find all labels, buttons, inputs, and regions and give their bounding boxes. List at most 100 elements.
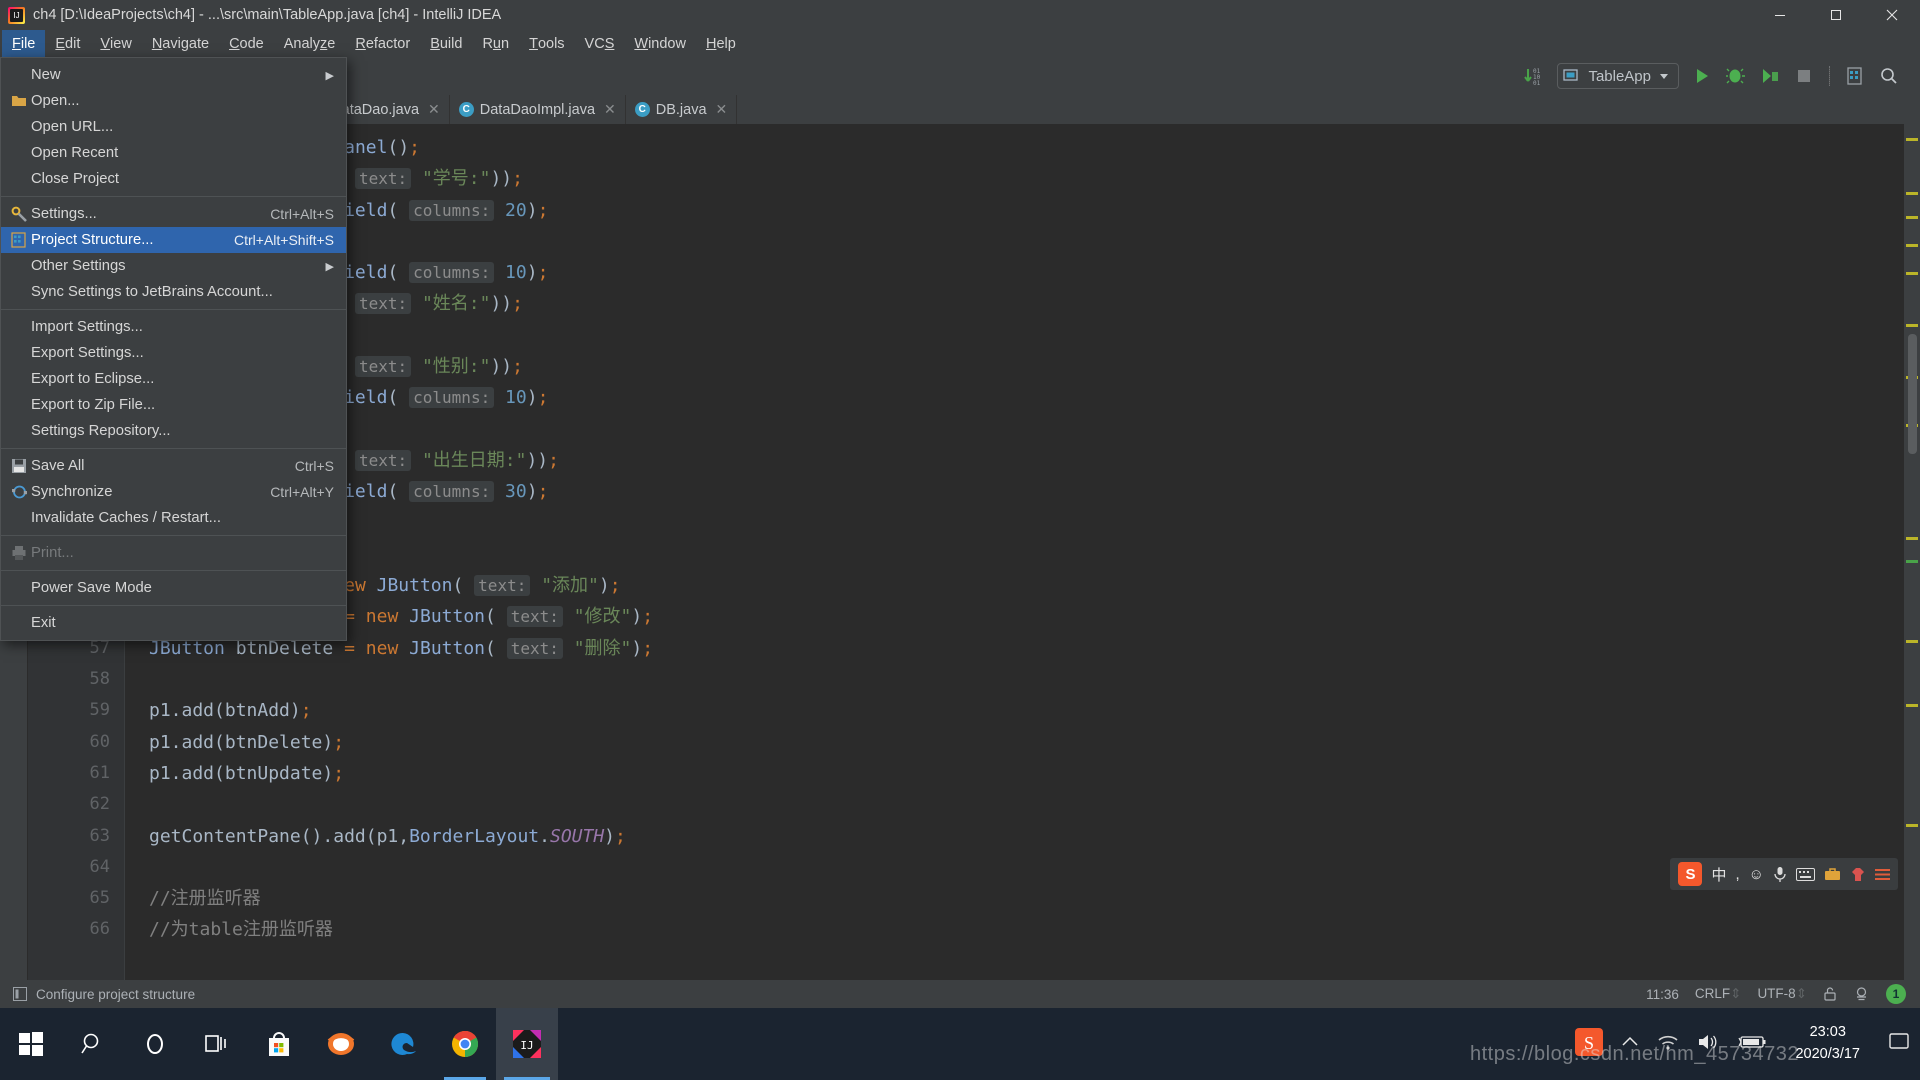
clock-time: 23:03 bbox=[1795, 1022, 1860, 1044]
menu-analyze[interactable]: Analyze bbox=[274, 30, 346, 57]
file-menu-popup[interactable]: New▶Open...Open URL...Open Recent Close P… bbox=[0, 57, 347, 641]
sogou-icon[interactable]: S bbox=[1575, 1028, 1603, 1061]
code-content[interactable]: JPanel p1 = new JPanel(); p1.add(new JLa… bbox=[124, 124, 1904, 980]
warning-marker[interactable] bbox=[1906, 324, 1918, 327]
warning-marker[interactable] bbox=[1906, 537, 1918, 540]
menu-refactor[interactable]: Refactor bbox=[345, 30, 420, 57]
change-marker[interactable] bbox=[1906, 560, 1918, 563]
ime-mode-label[interactable]: 中 bbox=[1711, 864, 1726, 885]
lock-icon[interactable] bbox=[1823, 986, 1837, 1002]
file-menu-item-label: Close Project bbox=[31, 171, 334, 187]
file-menu-item-settings[interactable]: Settings...Ctrl+Alt+S bbox=[1, 201, 346, 227]
inspections-icon[interactable] bbox=[1853, 986, 1870, 1003]
search-icon[interactable] bbox=[62, 1008, 124, 1080]
editor-scrollbar-thumb[interactable] bbox=[1908, 334, 1917, 454]
menu-window[interactable]: Window bbox=[624, 30, 696, 57]
menu-vcs[interactable]: VCS bbox=[575, 30, 625, 57]
line-separator-indicator[interactable]: CRLF⇕ bbox=[1695, 986, 1742, 1002]
ie-icon[interactable] bbox=[310, 1008, 372, 1080]
warning-marker[interactable] bbox=[1906, 192, 1918, 195]
microsoft-store-icon[interactable] bbox=[248, 1008, 310, 1080]
menu-navigate[interactable]: Navigate bbox=[142, 30, 219, 57]
update-project-icon[interactable]: 01 10 01 bbox=[1522, 65, 1544, 87]
chevron-down-icon[interactable] bbox=[1658, 70, 1670, 82]
skin-icon[interactable] bbox=[1850, 867, 1866, 882]
file-menu-item-open-recent[interactable]: Open Recent bbox=[1, 140, 346, 166]
task-view-icon[interactable] bbox=[186, 1008, 248, 1080]
warning-marker[interactable] bbox=[1906, 272, 1918, 275]
warning-marker[interactable] bbox=[1906, 216, 1918, 219]
close-icon[interactable]: ✕ bbox=[716, 101, 728, 118]
menu-run[interactable]: Run bbox=[472, 30, 519, 57]
sogou-icon[interactable]: S bbox=[1678, 862, 1702, 886]
start-icon[interactable] bbox=[0, 1008, 62, 1080]
menu-file[interactable]: File bbox=[2, 30, 45, 57]
menu-build[interactable]: Build bbox=[420, 30, 472, 57]
edge-icon[interactable] bbox=[372, 1008, 434, 1080]
project-structure-icon[interactable] bbox=[1845, 66, 1865, 86]
run-icon[interactable] bbox=[1692, 66, 1712, 86]
file-menu-item-save-all[interactable]: Save AllCtrl+S bbox=[1, 453, 346, 479]
menu-help[interactable]: Help bbox=[696, 30, 746, 57]
action-center-icon[interactable] bbox=[1888, 1032, 1910, 1057]
file-menu-item-new[interactable]: New▶ bbox=[1, 62, 346, 88]
warning-marker[interactable] bbox=[1906, 244, 1918, 247]
intellij-idea-icon[interactable]: IJ bbox=[496, 1008, 558, 1080]
file-menu-item-synchronize[interactable]: SynchronizeCtrl+Alt+Y bbox=[1, 479, 346, 505]
file-menu-item-settings-repository[interactable]: Settings Repository... bbox=[1, 418, 346, 444]
tab-datadaoimpl-java[interactable]: C DataDaoImpl.java ✕ bbox=[450, 95, 626, 124]
run-coverage-icon[interactable] bbox=[1760, 66, 1780, 86]
toolbox-icon[interactable] bbox=[1824, 867, 1841, 882]
chrome-icon[interactable] bbox=[434, 1008, 496, 1080]
file-menu-item-other-settings[interactable]: Other Settings▶ bbox=[1, 253, 346, 279]
warning-marker[interactable] bbox=[1906, 138, 1918, 141]
wifi-icon[interactable] bbox=[1657, 1033, 1679, 1056]
keyboard-icon[interactable] bbox=[1796, 868, 1815, 881]
file-menu-item-export-to-zip-file[interactable]: Export to Zip File... bbox=[1, 392, 346, 418]
stop-icon[interactable] bbox=[1794, 66, 1814, 86]
file-menu-item-import-settings[interactable]: Import Settings... bbox=[1, 314, 346, 340]
minimize-button[interactable] bbox=[1752, 0, 1808, 30]
menu-edit[interactable]: Edit bbox=[45, 30, 90, 57]
mic-icon[interactable] bbox=[1773, 866, 1787, 883]
sogou-ime-bar[interactable]: S 中 , ☺ bbox=[1670, 858, 1898, 890]
close-button[interactable] bbox=[1864, 0, 1920, 30]
close-icon[interactable]: ✕ bbox=[604, 101, 616, 118]
chevron-right-icon: ▶ bbox=[326, 69, 334, 82]
file-menu-item-project-structure[interactable]: Project Structure...Ctrl+Alt+Shift+S bbox=[1, 227, 346, 253]
taskbar-clock[interactable]: 23:03 2020/3/17 bbox=[1785, 1022, 1870, 1066]
file-menu-item-sync-settings-to-jetbrains-account[interactable]: Sync Settings to JetBrains Account... bbox=[1, 279, 346, 305]
smiley-icon[interactable]: ☺ bbox=[1749, 866, 1764, 883]
file-menu-item-open-url[interactable]: Open URL... bbox=[1, 114, 346, 140]
battery-icon[interactable] bbox=[1737, 1034, 1767, 1055]
comma-icon[interactable]: , bbox=[1736, 866, 1740, 883]
maximize-button[interactable] bbox=[1808, 0, 1864, 30]
debug-icon[interactable] bbox=[1726, 66, 1746, 86]
status-time: 11:36 bbox=[1646, 987, 1679, 1002]
notification-badge[interactable]: 1 bbox=[1886, 984, 1906, 1004]
cortana-icon[interactable] bbox=[124, 1008, 186, 1080]
file-menu-item-close-project[interactable]: Close Project bbox=[1, 166, 346, 192]
close-icon[interactable]: ✕ bbox=[428, 101, 440, 118]
file-menu-item-export-to-eclipse[interactable]: Export to Eclipse... bbox=[1, 366, 346, 392]
menu-tools[interactable]: Tools bbox=[519, 30, 574, 57]
run-configuration-selector[interactable]: TableApp bbox=[1557, 63, 1679, 89]
menu-icon[interactable] bbox=[1875, 868, 1890, 881]
editor-marker-bar[interactable] bbox=[1904, 124, 1920, 980]
volume-icon[interactable] bbox=[1697, 1033, 1719, 1056]
file-menu-item-open[interactable]: Open... bbox=[1, 88, 346, 114]
file-menu-item-power-save-mode[interactable]: Power Save Mode bbox=[1, 575, 346, 601]
search-everywhere-icon[interactable] bbox=[1879, 66, 1899, 86]
warning-marker[interactable] bbox=[1906, 824, 1918, 827]
chevron-up-icon[interactable] bbox=[1621, 1035, 1639, 1054]
tab-db-java[interactable]: C DB.java ✕ bbox=[626, 95, 738, 124]
warning-marker[interactable] bbox=[1906, 704, 1918, 707]
menu-separator bbox=[1, 535, 346, 536]
warning-marker[interactable] bbox=[1906, 640, 1918, 643]
file-menu-item-invalidate-caches-restart[interactable]: Invalidate Caches / Restart... bbox=[1, 505, 346, 531]
file-menu-item-exit[interactable]: Exit bbox=[1, 610, 346, 636]
menu-code[interactable]: Code bbox=[219, 30, 274, 57]
encoding-indicator[interactable]: UTF-8⇕ bbox=[1757, 986, 1807, 1002]
menu-view[interactable]: View bbox=[90, 30, 141, 57]
file-menu-item-export-settings[interactable]: Export Settings... bbox=[1, 340, 346, 366]
